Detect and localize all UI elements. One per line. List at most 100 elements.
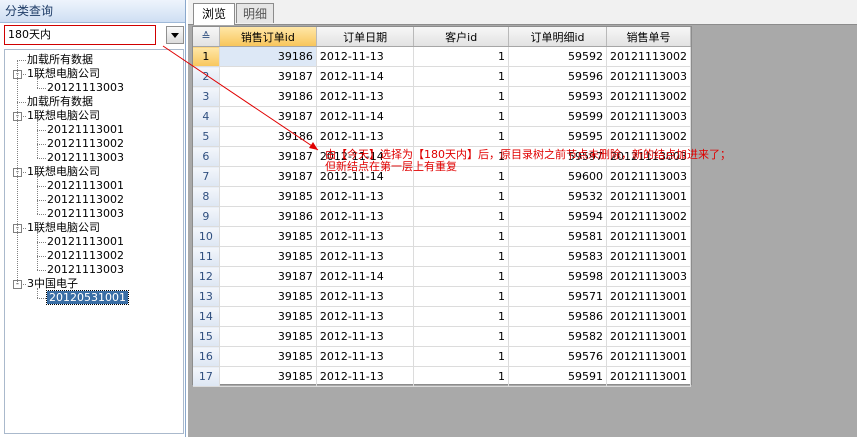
tree-leaf[interactable]: 20121113003 (47, 151, 124, 165)
customer-id-cell[interactable]: 1 (413, 366, 510, 387)
table-row[interactable]: 16 39185 2012-11-13 1 59576 20121113001 (193, 346, 692, 367)
order-id-cell[interactable]: 39185 (219, 306, 317, 327)
table-row[interactable]: 10 39185 2012-11-13 1 59581 20121113001 (193, 226, 692, 247)
table-row[interactable]: 15 39185 2012-11-13 1 59582 20121113001 (193, 326, 692, 347)
row-number[interactable]: 16 (193, 346, 220, 367)
sales-number-cell[interactable]: 20121113002 (606, 46, 692, 67)
table-row[interactable]: 13 39185 2012-11-13 1 59571 20121113001 (193, 286, 692, 307)
row-number[interactable]: 4 (193, 106, 220, 127)
row-number[interactable]: 11 (193, 246, 220, 267)
detail-id-cell[interactable]: 59594 (508, 206, 607, 227)
order-id-cell[interactable]: 39185 (219, 186, 317, 207)
order-date-cell[interactable]: 2012-11-14 (316, 66, 415, 87)
detail-id-cell[interactable]: 59586 (508, 306, 607, 327)
tree-leaf[interactable]: 20120531001 (46, 290, 129, 305)
tree-leaf[interactable]: 20121113003 (47, 263, 124, 277)
row-header-corner[interactable]: ≙ (193, 27, 220, 47)
order-id-cell[interactable]: 39187 (219, 66, 317, 87)
column-header-customer-id[interactable]: 客户id (413, 27, 510, 47)
customer-id-cell[interactable]: 1 (413, 46, 510, 67)
tree-leaf[interactable]: 20121113003 (47, 81, 124, 95)
tab-browse[interactable]: 浏览 (193, 3, 235, 25)
row-number[interactable]: 8 (193, 186, 220, 207)
order-id-cell[interactable]: 39186 (219, 126, 317, 147)
sales-number-cell[interactable]: 20121113002 (606, 206, 692, 227)
tree-node[interactable]: 3中国电子 (27, 277, 78, 291)
order-date-cell[interactable]: 2012-11-13 (316, 326, 415, 347)
order-date-cell[interactable]: 2012-11-13 (316, 346, 415, 367)
table-row[interactable]: 5 39186 2012-11-13 1 59595 20121113002 (193, 126, 692, 147)
customer-id-cell[interactable]: 1 (413, 206, 510, 227)
order-date-cell[interactable]: 2012-11-13 (316, 126, 415, 147)
customer-id-cell[interactable]: 1 (413, 286, 510, 307)
detail-id-cell[interactable]: 59598 (508, 266, 607, 287)
detail-id-cell[interactable]: 59595 (508, 126, 607, 147)
sales-number-cell[interactable]: 20121113003 (606, 66, 692, 87)
detail-id-cell[interactable]: 59583 (508, 246, 607, 267)
table-row[interactable]: 12 39187 2012-11-14 1 59598 20121113003 (193, 266, 692, 287)
order-date-cell[interactable]: 2012-11-13 (316, 286, 415, 307)
order-id-cell[interactable]: 39187 (219, 106, 317, 127)
order-date-cell[interactable]: 2012-11-14 (316, 266, 415, 287)
column-header-sales-number[interactable]: 销售单号 (606, 27, 692, 47)
customer-id-cell[interactable]: 1 (413, 246, 510, 267)
tree-leaf[interactable]: 20121113002 (47, 193, 124, 207)
order-id-cell[interactable]: 39187 (219, 146, 317, 167)
orders-grid[interactable]: ≙ 销售订单id 订单日期 客户id 订单明细id 销售单号 1 39186 201… (192, 26, 692, 387)
row-number[interactable]: 15 (193, 326, 220, 347)
row-number[interactable]: 2 (193, 66, 220, 87)
detail-id-cell[interactable]: 59582 (508, 326, 607, 347)
order-id-cell[interactable]: 39187 (219, 266, 317, 287)
detail-id-cell[interactable]: 59571 (508, 286, 607, 307)
row-number[interactable]: 3 (193, 86, 220, 107)
tree-leaf[interactable]: 20121113002 (47, 137, 124, 151)
table-row[interactable]: 4 39187 2012-11-14 1 59599 20121113003 (193, 106, 692, 127)
order-date-cell[interactable]: 2012-11-13 (316, 206, 415, 227)
order-date-cell[interactable]: 2012-11-14 (316, 106, 415, 127)
table-row[interactable]: 3 39186 2012-11-13 1 59593 20121113002 (193, 86, 692, 107)
sales-number-cell[interactable]: 20121113003 (606, 166, 692, 187)
order-id-cell[interactable]: 39185 (219, 226, 317, 247)
detail-id-cell[interactable]: 59592 (508, 46, 607, 67)
tree-leaf[interactable]: 20121113001 (47, 235, 124, 249)
detail-id-cell[interactable]: 59593 (508, 86, 607, 107)
row-number[interactable]: 13 (193, 286, 220, 307)
sales-number-cell[interactable]: 20121113001 (606, 186, 692, 207)
detail-id-cell[interactable]: 59576 (508, 346, 607, 367)
table-row[interactable]: 11 39185 2012-11-13 1 59583 20121113001 (193, 246, 692, 267)
sales-number-cell[interactable]: 20121113001 (606, 326, 692, 347)
sales-number-cell[interactable]: 20121113002 (606, 126, 692, 147)
column-header-order-id[interactable]: 销售订单id (219, 27, 317, 47)
order-date-cell[interactable]: 2012-11-13 (316, 186, 415, 207)
row-number[interactable]: 12 (193, 266, 220, 287)
order-date-cell[interactable]: 2012-11-13 (316, 306, 415, 327)
tree-leaf[interactable]: 20121113001 (47, 179, 124, 193)
sales-number-cell[interactable]: 20121113001 (606, 246, 692, 267)
customer-id-cell[interactable]: 1 (413, 126, 510, 147)
detail-id-cell[interactable]: 59591 (508, 366, 607, 387)
order-id-cell[interactable]: 39186 (219, 86, 317, 107)
table-row[interactable]: 9 39186 2012-11-13 1 59594 20121113002 (193, 206, 692, 227)
tree-leaf[interactable]: 20121113003 (47, 207, 124, 221)
order-id-cell[interactable]: 39186 (219, 206, 317, 227)
customer-id-cell[interactable]: 1 (413, 66, 510, 87)
tab-detail[interactable]: 明细 (236, 3, 274, 23)
sales-number-cell[interactable]: 20121113001 (606, 226, 692, 247)
customer-id-cell[interactable]: 1 (413, 346, 510, 367)
order-id-cell[interactable]: 39185 (219, 366, 317, 387)
row-number[interactable]: 5 (193, 126, 220, 147)
row-number[interactable]: 1 (193, 46, 220, 67)
date-range-combobox[interactable]: 180天内 (4, 25, 184, 45)
order-id-cell[interactable]: 39185 (219, 246, 317, 267)
sales-number-cell[interactable]: 20121113002 (606, 86, 692, 107)
detail-id-cell[interactable]: 59581 (508, 226, 607, 247)
detail-id-cell[interactable]: 59600 (508, 166, 607, 187)
dropdown-button[interactable] (166, 26, 184, 44)
order-id-cell[interactable]: 39185 (219, 346, 317, 367)
tree-node[interactable]: 加载所有数据 (27, 53, 93, 67)
sales-number-cell[interactable]: 20121113003 (606, 106, 692, 127)
customer-id-cell[interactable]: 1 (413, 326, 510, 347)
row-number[interactable]: 17 (193, 366, 220, 387)
order-id-cell[interactable]: 39186 (219, 46, 317, 67)
order-date-cell[interactable]: 2012-11-13 (316, 366, 415, 387)
